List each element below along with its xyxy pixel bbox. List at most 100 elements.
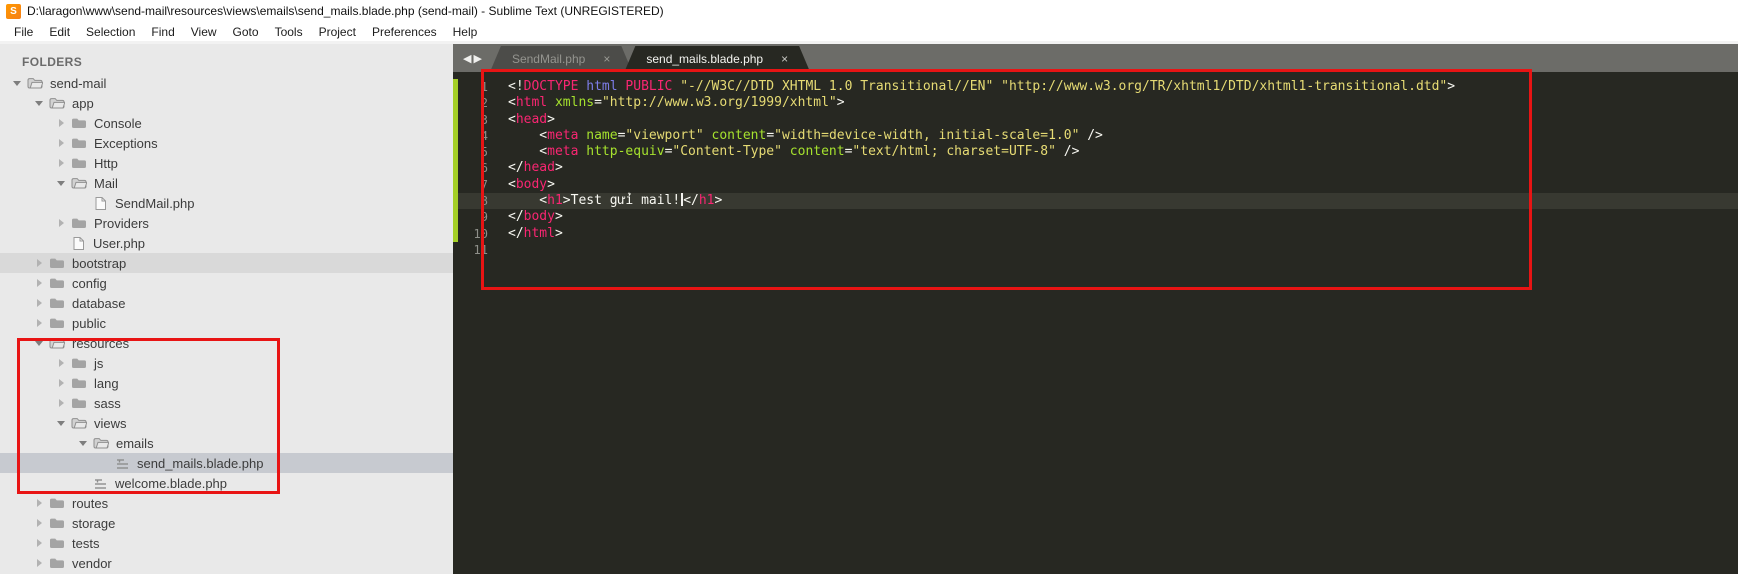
sidebar-item-resources[interactable]: resources xyxy=(0,333,453,353)
code-line[interactable]: 11 xyxy=(453,242,1738,258)
code-line[interactable]: 2 <html xmlns="http://www.w3.org/1999/xht… xyxy=(453,95,1738,112)
tab-nav-forward-icon[interactable]: ▶ xyxy=(473,52,483,65)
menu-item-view[interactable]: View xyxy=(183,24,225,40)
code-line[interactable]: 3 <head> xyxy=(453,111,1738,128)
code-text: </body> xyxy=(490,209,563,225)
token-plain: </ xyxy=(508,225,524,241)
expand-triangle-icon[interactable] xyxy=(32,536,46,550)
folder-icon xyxy=(49,297,65,309)
tab-send-mails-blade-php[interactable]: send_mails.blade.php × xyxy=(624,46,810,72)
expand-triangle-icon[interactable] xyxy=(54,136,68,150)
menu-item-tools[interactable]: Tools xyxy=(267,24,311,40)
menu-item-goto[interactable]: Goto xyxy=(225,24,267,40)
token-tag: html xyxy=(523,225,555,241)
sidebar-item-public[interactable]: public xyxy=(0,313,453,333)
sidebar-item-exceptions[interactable]: Exceptions xyxy=(0,133,453,153)
sidebar-item-tests[interactable]: tests xyxy=(0,533,453,553)
folder-icon xyxy=(49,277,65,289)
expand-triangle-icon[interactable] xyxy=(32,516,46,530)
sidebar-item-app[interactable]: app xyxy=(0,93,453,113)
tab-bar: ◀ ▶ SendMail.php × send_mails.blade.php × xyxy=(453,44,1738,72)
sidebar-item-views[interactable]: views xyxy=(0,413,453,433)
expand-triangle-icon[interactable] xyxy=(32,556,46,570)
expand-triangle-icon[interactable] xyxy=(54,356,68,370)
code-editor[interactable]: 1 <!DOCTYPE html PUBLIC "-//W3C//DTD XHTM… xyxy=(453,72,1738,574)
collapse-triangle-icon[interactable] xyxy=(54,176,68,190)
expand-triangle-icon[interactable] xyxy=(54,116,68,130)
code-text: <meta name="viewport" content="width=dev… xyxy=(490,128,1103,144)
collapse-triangle-icon[interactable] xyxy=(32,336,46,350)
token-str: "http://www.w3.org/1999/xhtml" xyxy=(601,95,837,111)
sidebar-item-storage[interactable]: storage xyxy=(0,513,453,533)
menu-item-selection[interactable]: Selection xyxy=(78,24,143,40)
code-line[interactable]: 6 </head> xyxy=(453,160,1738,177)
sidebar-item-providers[interactable]: Providers xyxy=(0,213,453,233)
code-line[interactable]: 5 <meta http-equiv="Content-Type" conten… xyxy=(453,144,1738,161)
folder-icon xyxy=(49,317,65,329)
token-plain: < xyxy=(508,193,548,209)
sidebar-item-database[interactable]: database xyxy=(0,293,453,313)
tab-sendmail-php[interactable]: SendMail.php × xyxy=(490,46,632,72)
sidebar-item-label: storage xyxy=(72,515,116,531)
sidebar-item-routes[interactable]: routes xyxy=(0,493,453,513)
code-line[interactable]: 10 </html> xyxy=(453,225,1738,242)
sidebar-item-label: SendMail.php xyxy=(115,195,195,211)
folder-tree: send-mail app Console Exceptions Http Mail Sen… xyxy=(0,73,453,573)
menu-item-preferences[interactable]: Preferences xyxy=(364,24,445,40)
sidebar-item-bootstrap[interactable]: bootstrap xyxy=(0,253,453,273)
expand-triangle-icon[interactable] xyxy=(54,216,68,230)
sidebar-item-mail[interactable]: Mail xyxy=(0,173,453,193)
expand-triangle-icon[interactable] xyxy=(54,156,68,170)
sidebar-item-vendor[interactable]: vendor xyxy=(0,553,453,573)
expand-triangle-icon[interactable] xyxy=(32,256,46,270)
sidebar-item-label: Console xyxy=(94,115,142,131)
blade-file-icon xyxy=(115,456,130,471)
code-text: <!DOCTYPE html PUBLIC "-//W3C//DTD XHTML… xyxy=(490,79,1455,95)
token-tag: DOCTYPE xyxy=(523,79,579,94)
menu-item-find[interactable]: Find xyxy=(143,24,182,40)
sidebar-item-config[interactable]: config xyxy=(0,273,453,293)
expand-triangle-icon[interactable] xyxy=(32,316,46,330)
collapse-triangle-icon[interactable] xyxy=(10,76,24,90)
token-plain: </ xyxy=(683,193,699,209)
tab-close-icon[interactable]: × xyxy=(603,52,610,66)
tab-label: SendMail.php xyxy=(511,52,586,66)
sidebar-item-send-mails-blade-php[interactable]: send_mails.blade.php xyxy=(0,453,453,473)
sidebar-item-console[interactable]: Console xyxy=(0,113,453,133)
expand-triangle-icon[interactable] xyxy=(32,496,46,510)
menu-item-help[interactable]: Help xyxy=(445,24,486,40)
sidebar-item-emails[interactable]: emails xyxy=(0,433,453,453)
code-line[interactable]: 7 <body> xyxy=(453,176,1738,194)
menu-item-project[interactable]: Project xyxy=(311,24,364,40)
sidebar-item-lang[interactable]: lang xyxy=(0,373,453,393)
sidebar-item-http[interactable]: Http xyxy=(0,153,453,173)
menu-item-edit[interactable]: Edit xyxy=(41,24,78,40)
tab-nav-back-icon[interactable]: ◀ xyxy=(463,52,473,65)
token-str: "width=device-width, initial-scale=1.0" xyxy=(774,127,1080,143)
sidebar-item-label: vendor xyxy=(72,555,112,571)
sidebar-item-label: welcome.blade.php xyxy=(115,475,228,491)
tab-close-icon[interactable]: × xyxy=(781,52,788,66)
expand-triangle-icon[interactable] xyxy=(32,276,46,290)
collapse-triangle-icon[interactable] xyxy=(32,96,46,110)
expand-triangle-icon[interactable] xyxy=(54,376,68,390)
sidebar-item-user-php[interactable]: User.php xyxy=(0,233,453,253)
sidebar-item-welcome-blade-php[interactable]: welcome.blade.php xyxy=(0,473,453,493)
expand-triangle-icon[interactable] xyxy=(32,296,46,310)
sidebar-item-label: bootstrap xyxy=(72,255,127,271)
code-line[interactable]: 4 <meta name="viewport" content="width=d… xyxy=(453,127,1738,145)
sidebar-item-sass[interactable]: sass xyxy=(0,393,453,413)
code-line[interactable]: 8 <h1>Test gửi mail! </h1> xyxy=(453,193,1738,210)
expand-triangle-icon[interactable] xyxy=(54,396,68,410)
sidebar-item-sendmail-php[interactable]: SendMail.php xyxy=(0,193,453,213)
code-line[interactable]: 9 </body> xyxy=(453,209,1738,226)
collapse-triangle-icon[interactable] xyxy=(76,436,90,450)
sidebar-item-js[interactable]: js xyxy=(0,353,453,373)
collapse-triangle-icon[interactable] xyxy=(54,416,68,430)
code-line[interactable]: 1 <!DOCTYPE html PUBLIC "-//W3C//DTD XHTM… xyxy=(453,79,1738,96)
folder-open-icon xyxy=(71,177,87,189)
folder-icon xyxy=(49,537,65,549)
sidebar-item-send-mail[interactable]: send-mail xyxy=(0,73,453,93)
token-plain: > xyxy=(554,225,563,241)
menu-item-file[interactable]: File xyxy=(6,24,41,40)
